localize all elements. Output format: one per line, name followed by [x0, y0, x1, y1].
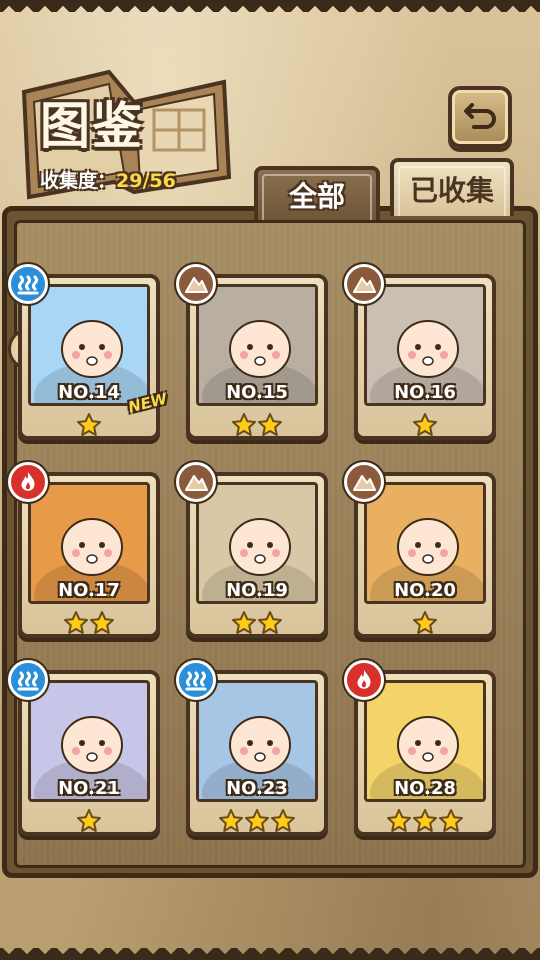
element-fire-icon: [8, 462, 48, 502]
element-water-icon: [8, 660, 48, 700]
monster-card[interactable]: NO.19: [176, 462, 328, 640]
monster-number: NO.17: [58, 580, 120, 601]
element-earth-icon: [344, 264, 384, 304]
collection-progress: 收集度：29/56: [40, 166, 176, 193]
star-icon: [231, 610, 257, 640]
monster-number: NO.21: [58, 778, 120, 799]
star-rating: [186, 610, 328, 640]
tab-all-border: [262, 174, 372, 220]
star-icon: [244, 808, 270, 838]
tab-collected-border: [398, 166, 506, 216]
star-icon: [76, 412, 102, 442]
monster-number: NO.15: [226, 382, 288, 403]
monster-card[interactable]: NO.14 NEW: [8, 264, 169, 442]
star-icon: [270, 808, 296, 838]
top-border: [0, 0, 540, 12]
element-water-icon: [176, 660, 216, 700]
element-water-icon: [8, 264, 48, 304]
page-title: 图鉴: [40, 97, 144, 155]
star-rating: [18, 808, 160, 838]
progress-label: 收集度：: [40, 170, 117, 192]
monster-card[interactable]: NO.17: [8, 462, 160, 640]
monster-card[interactable]: NO.20: [344, 462, 496, 640]
star-icon: [412, 412, 438, 442]
monster-card[interactable]: NO.15: [176, 264, 328, 442]
star-icon: [76, 808, 102, 838]
star-rating: [354, 610, 496, 640]
monster-card[interactable]: NO.23: [176, 660, 328, 838]
star-rating: [354, 412, 496, 442]
back-arrow-icon: [464, 103, 496, 129]
star-icon: [257, 412, 283, 442]
star-rating: [186, 808, 328, 838]
star-icon: [231, 412, 257, 442]
star-icon: [218, 808, 244, 838]
star-icon: [412, 610, 438, 640]
star-rating: [18, 610, 160, 640]
monster-number: NO.20: [394, 580, 456, 601]
element-earth-icon: [176, 462, 216, 502]
star-icon: [412, 808, 438, 838]
element-earth-icon: [176, 264, 216, 304]
star-icon: [89, 610, 115, 640]
element-earth-icon: [344, 462, 384, 502]
star-icon: [63, 610, 89, 640]
monster-number: NO.23: [226, 778, 288, 799]
element-fire-icon: [344, 660, 384, 700]
monster-number: NO.19: [226, 580, 288, 601]
back-button[interactable]: [448, 86, 512, 148]
bottom-border: [0, 948, 540, 960]
monster-number: NO.16: [394, 382, 456, 403]
monster-card[interactable]: NO.21: [8, 660, 160, 838]
monster-card[interactable]: NO.28: [344, 660, 496, 838]
star-icon: [438, 808, 464, 838]
monster-card[interactable]: NO.16: [344, 264, 496, 442]
star-icon: [386, 808, 412, 838]
star-rating: [354, 808, 496, 838]
star-icon: [257, 610, 283, 640]
star-rating: [18, 412, 160, 442]
monster-number: NO.28: [394, 778, 456, 799]
tab-collected[interactable]: 已收集: [390, 158, 514, 216]
tab-all[interactable]: 全部: [254, 166, 380, 220]
star-rating: [186, 412, 328, 442]
progress-value: 29/56: [116, 170, 176, 192]
